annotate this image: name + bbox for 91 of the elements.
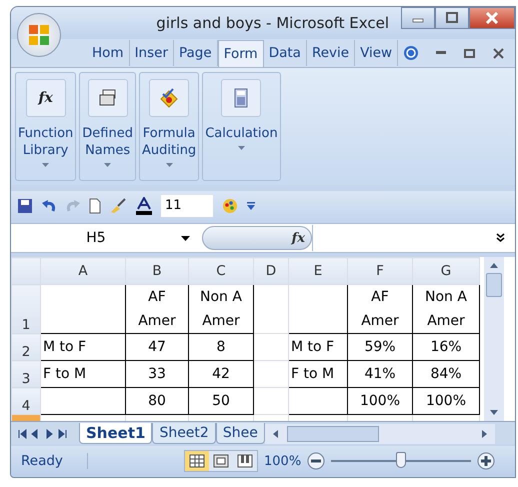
brush-icon[interactable] — [109, 198, 127, 214]
row-header[interactable]: 3 — [12, 360, 40, 388]
table-cell: AF Amer — [126, 284, 188, 334]
zoom-in-icon[interactable] — [477, 452, 496, 470]
table-cell: F to M — [40, 360, 126, 388]
save-icon[interactable] — [17, 198, 33, 214]
maximize-icon — [445, 12, 459, 24]
zoom-out-icon[interactable] — [307, 452, 326, 470]
table-cell: Non A Amer — [188, 284, 254, 334]
ribbon-tab[interactable]: Revie — [306, 40, 356, 66]
dropdown-caret-icon[interactable] — [181, 236, 190, 240]
ribbon-tab[interactable]: Data — [264, 40, 307, 66]
column-header[interactable]: G — [412, 258, 480, 284]
column-header[interactable]: F — [348, 258, 412, 284]
table-cell: 100% — [348, 388, 412, 414]
vertical-scrollbar[interactable] — [484, 257, 504, 421]
table-cell: 84% — [412, 360, 480, 388]
function-symbol[interactable]: fx — [38, 91, 53, 105]
status-text: Ready — [11, 453, 88, 469]
ribbon-group-label[interactable]: Defined Names — [82, 125, 133, 159]
scroll-down-icon[interactable] — [488, 409, 500, 417]
minimize-icon[interactable] — [436, 51, 446, 55]
ribbon-group-label[interactable]: Calculation — [205, 125, 278, 142]
zoom-level[interactable]: 100% — [264, 454, 302, 468]
palette-icon[interactable] — [221, 198, 239, 214]
table-cell — [254, 360, 288, 388]
table-cell — [288, 388, 348, 414]
table-cell: 47 — [126, 334, 188, 360]
sheet-tab[interactable]: Shee — [216, 423, 265, 444]
scroll-left-icon[interactable] — [270, 429, 279, 439]
table-cell: 80 — [126, 388, 188, 414]
scroll-thumb[interactable] — [286, 426, 379, 442]
table-cell: 33 — [126, 360, 188, 388]
table-cell: 100% — [412, 388, 480, 414]
ribbon-tab[interactable]: View — [355, 40, 398, 66]
column-header[interactable]: E — [288, 258, 348, 284]
close-button[interactable] — [469, 7, 515, 29]
horizontal-scrollbar[interactable] — [264, 424, 495, 444]
ribbon-group-label[interactable]: Formula Auditing — [142, 125, 196, 159]
stacked-cards-icon[interactable] — [98, 88, 118, 108]
row-header[interactable]: 4 — [12, 388, 40, 414]
table-cell: M to F — [288, 334, 348, 360]
table-cell — [254, 334, 288, 360]
checkmark-diamond-icon[interactable] — [159, 88, 180, 108]
ribbon-group-label[interactable]: Function Library — [18, 125, 74, 159]
table-cell: 59% — [348, 334, 412, 360]
scroll-thumb[interactable] — [486, 273, 502, 297]
sheet-tab[interactable]: Sheet2 — [152, 423, 216, 444]
table-cell: 16% — [412, 334, 480, 360]
table-cell — [254, 284, 288, 334]
normal-view-icon[interactable] — [185, 451, 209, 471]
calculator-icon[interactable] — [234, 88, 248, 108]
ribbon-tab[interactable]: Inser — [130, 40, 174, 66]
scroll-up-icon[interactable] — [488, 261, 500, 269]
help-icon[interactable] — [403, 45, 420, 61]
font-size-field[interactable]: 11 — [161, 195, 213, 217]
table-cell: 42 — [188, 360, 254, 388]
close-icon — [485, 12, 499, 24]
ribbon-tab[interactable]: Form — [218, 40, 264, 66]
new-document-icon[interactable] — [89, 198, 101, 214]
table-cell: M to F — [40, 334, 126, 360]
minimize-button[interactable] — [401, 7, 435, 29]
insert-function-button[interactable]: fx — [292, 232, 305, 244]
restore-icon[interactable] — [464, 48, 476, 58]
name-box[interactable]: H5 — [11, 230, 181, 246]
table-cell: F to M — [288, 360, 348, 388]
sheet-tab[interactable]: Sheet1 — [79, 423, 152, 444]
row-header[interactable]: 1 — [12, 284, 40, 334]
office-logo-icon — [28, 24, 50, 46]
font-color-icon[interactable] — [135, 197, 153, 215]
column-header[interactable]: B — [126, 258, 188, 284]
table-cell: 50 — [188, 388, 254, 414]
customize-caret-icon[interactable] — [247, 202, 255, 210]
close-icon[interactable] — [493, 48, 504, 58]
table-cell: 41% — [348, 360, 412, 388]
expand-icon[interactable] — [496, 233, 505, 243]
maximize-button[interactable] — [435, 7, 469, 29]
zoom-slider-thumb[interactable] — [396, 452, 406, 468]
ribbon-tab[interactable]: Hom — [87, 40, 130, 66]
table-cell: 8 — [188, 334, 254, 360]
row-header[interactable]: 2 — [12, 334, 40, 360]
column-header[interactable]: A — [40, 258, 126, 284]
column-header[interactable]: D — [254, 258, 288, 284]
scroll-right-icon[interactable] — [481, 429, 489, 439]
column-header[interactable]: C — [188, 258, 254, 284]
undo-icon[interactable] — [41, 199, 57, 213]
window-title: girls and boys - Microsoft Excel — [155, 14, 390, 32]
table-cell: AF Amer — [348, 284, 412, 334]
table-cell — [288, 284, 348, 334]
table-cell: Non A Amer — [412, 284, 480, 334]
office-button[interactable] — [17, 13, 61, 57]
